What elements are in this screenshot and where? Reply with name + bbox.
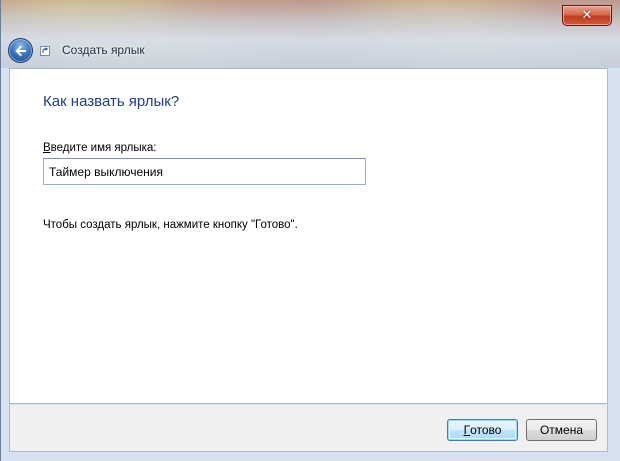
back-button[interactable]: [8, 38, 33, 63]
finish-label: отово: [470, 423, 502, 437]
label-text: ведите имя ярлыка:: [50, 142, 157, 154]
label-mnemonic: В: [43, 142, 51, 154]
shortcut-name-input[interactable]: [43, 158, 366, 185]
cancel-button[interactable]: Отмена: [526, 419, 597, 441]
window-title: Создать ярлык: [62, 43, 145, 57]
shortcut-name-label: Введите имя ярлыка:: [43, 142, 157, 154]
page-heading: Как назвать ярлык?: [43, 93, 180, 110]
shortcut-icon: [40, 46, 50, 56]
finish-button[interactable]: Готово: [447, 419, 518, 441]
content-pane: Как назвать ярлык? Введите имя ярлыка: Ч…: [9, 68, 608, 404]
close-icon: ✕: [581, 8, 593, 23]
finish-hint-text: Чтобы создать ярлык, нажмите кнопку "Гот…: [43, 219, 298, 231]
button-bar: Готово Отмена: [9, 404, 608, 452]
close-button[interactable]: ✕: [562, 5, 612, 26]
back-arrow-icon: [15, 45, 26, 57]
